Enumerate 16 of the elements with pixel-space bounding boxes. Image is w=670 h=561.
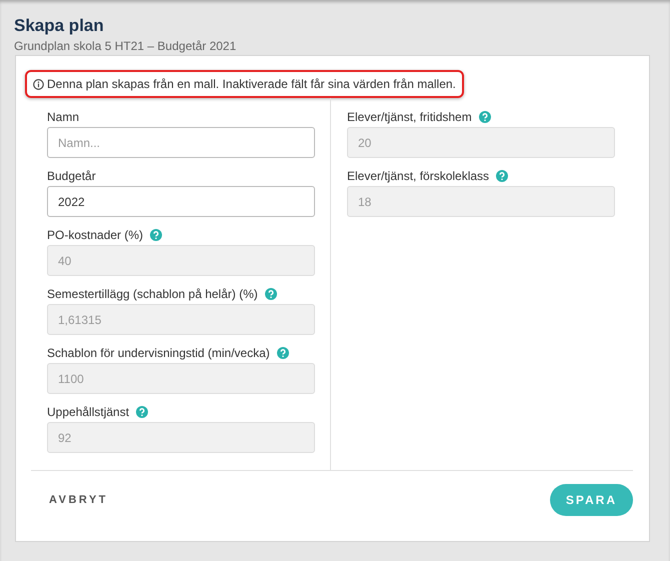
- field-label: Semestertillägg (schablon på helår) (%): [47, 287, 258, 301]
- field-label: Elever/tjänst, fritidshem: [347, 110, 472, 124]
- cancel-button[interactable]: AVBRYT: [47, 490, 110, 510]
- input-field[interactable]: Namn...: [47, 127, 315, 158]
- field-label: Namn: [47, 110, 80, 124]
- save-button[interactable]: SPARA: [550, 484, 633, 516]
- field-label: PO-kostnader (%): [47, 228, 144, 242]
- info-icon: [33, 78, 44, 90]
- field-label: Elever/tjänst, förskoleklass: [347, 169, 490, 183]
- page-subtitle: Grundplan skola 5 HT21 – Budgetår 2021: [14, 39, 238, 53]
- notice-text: Denna plan skapas från en mall. Inaktiverade fält får sina värden från mallen.: [47, 77, 456, 91]
- input-field[interactable]: 2022: [47, 186, 315, 217]
- page-title: Skapa plan: [14, 16, 105, 36]
- field-label: Budgetår: [47, 169, 96, 183]
- field-label: Schablon för undervisningstid (min/vecka): [47, 346, 270, 360]
- field-label: Uppehållstjänst: [47, 405, 130, 419]
